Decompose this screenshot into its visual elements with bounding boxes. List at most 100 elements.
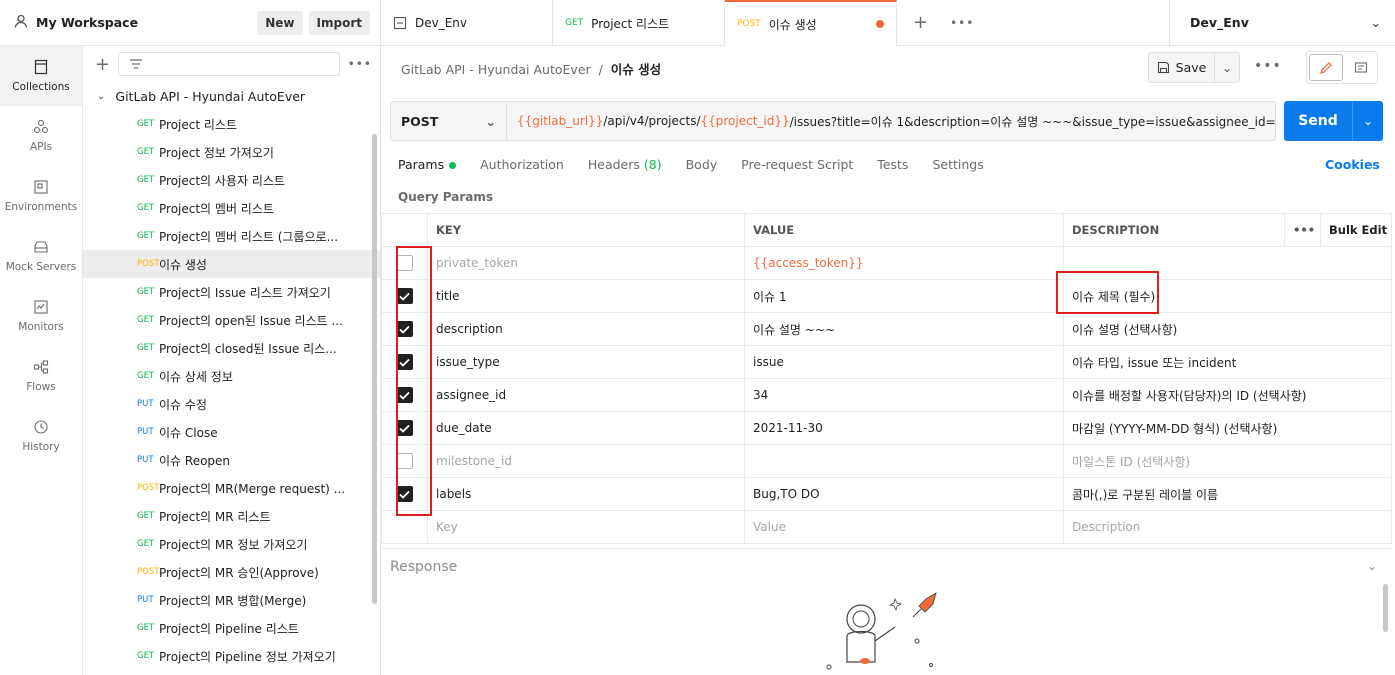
request-item[interactable]: GET Project 리스트 bbox=[83, 110, 380, 138]
breadcrumb-current[interactable]: 이슈 생성 bbox=[611, 62, 661, 77]
chevron-down-icon[interactable]: ⌄ bbox=[97, 91, 105, 102]
param-value[interactable]: 이슈 1 bbox=[744, 279, 1064, 313]
request-item[interactable]: GET Project의 open된 Issue 리스트 ... bbox=[83, 306, 380, 334]
request-item[interactable]: GET Project의 Pipeline 리스트 bbox=[83, 614, 380, 642]
param-value[interactable]: 34 bbox=[744, 378, 1064, 412]
request-name: Project의 사용자 리스트 bbox=[159, 173, 285, 188]
save-button[interactable]: Save ⌄ bbox=[1148, 52, 1240, 83]
tab-request[interactable]: GET Project 리스트 bbox=[553, 0, 725, 46]
rail-label: Environments bbox=[4, 201, 78, 213]
request-item[interactable]: PUT 이슈 Close bbox=[83, 418, 380, 446]
add-collection-icon[interactable]: + bbox=[95, 54, 110, 75]
request-item[interactable]: GET Project의 MR 리스트 bbox=[83, 502, 380, 530]
workspace-name[interactable]: My Workspace bbox=[36, 15, 251, 30]
import-button[interactable]: Import bbox=[308, 10, 370, 35]
send-button[interactable]: Send ⌄ bbox=[1284, 101, 1383, 141]
tab-headers[interactable]: Headers (8) bbox=[588, 157, 662, 172]
param-value[interactable]: 2021-11-30 bbox=[744, 411, 1064, 445]
pencil-icon bbox=[1320, 61, 1332, 74]
new-tab-icon[interactable]: + bbox=[913, 12, 928, 33]
request-item[interactable]: GET Project의 closed된 Issue 리스... bbox=[83, 334, 380, 362]
tab-params[interactable]: Params bbox=[398, 157, 457, 172]
new-button[interactable]: New bbox=[257, 10, 303, 35]
param-description[interactable]: 콤마(,)로 구분된 레이블 이름 bbox=[1063, 477, 1392, 511]
param-key[interactable]: due_date bbox=[427, 411, 745, 445]
environment-select[interactable]: Dev_Env ⌄ bbox=[1169, 0, 1395, 45]
cookies-link[interactable]: Cookies bbox=[1325, 157, 1380, 172]
chevron-down-icon[interactable]: ⌄ bbox=[1353, 101, 1383, 141]
param-description[interactable]: 이슈 타입, issue 또는 incident bbox=[1063, 345, 1392, 379]
request-item[interactable]: GET 이슈 상세 정보 bbox=[83, 362, 380, 390]
request-item[interactable]: POST 이슈 생성 bbox=[83, 250, 380, 278]
rail-item-mock-servers[interactable]: Mock Servers bbox=[0, 226, 82, 286]
edit-mode-button[interactable] bbox=[1309, 54, 1343, 81]
bulk-edit-button[interactable]: Bulk Edit bbox=[1320, 213, 1392, 247]
new-description-input[interactable]: Description bbox=[1063, 510, 1392, 544]
breadcrumb-parent[interactable]: GitLab API - Hyundai AutoEver bbox=[401, 62, 591, 77]
tab-pre-request-script[interactable]: Pre-request Script bbox=[741, 157, 853, 172]
request-item[interactable]: GET Project의 멤버 리스트 (그룹으로... bbox=[83, 222, 380, 250]
response-scrollbar[interactable] bbox=[1383, 584, 1388, 632]
tab-request-active[interactable]: POST 이슈 생성 bbox=[725, 0, 897, 46]
rail-item-monitors[interactable]: Monitors bbox=[0, 286, 82, 346]
rail-item-environments[interactable]: Environments bbox=[0, 166, 82, 226]
rail-item-history[interactable]: History bbox=[0, 406, 82, 466]
tab-settings[interactable]: Settings bbox=[932, 157, 983, 172]
rail-item-collections[interactable]: Collections bbox=[0, 46, 82, 106]
mode-toggle[interactable] bbox=[1306, 51, 1378, 84]
new-key-input[interactable]: Key bbox=[427, 510, 745, 544]
param-description[interactable]: 마일스톤 ID (선택사항) bbox=[1063, 444, 1392, 478]
request-item[interactable]: GET Project의 Pipeline 정보 가져오기 bbox=[83, 642, 380, 670]
request-item[interactable]: PUT 이슈 Reopen bbox=[83, 446, 380, 474]
rail-item-flows[interactable]: Flows bbox=[0, 346, 82, 406]
method-select[interactable]: POST ⌄ bbox=[391, 102, 507, 140]
request-more-icon[interactable]: ••• bbox=[1254, 58, 1282, 74]
param-key[interactable]: labels bbox=[427, 477, 745, 511]
request-item[interactable]: GET Project의 사용자 리스트 bbox=[83, 166, 380, 194]
param-key[interactable]: assignee_id bbox=[427, 378, 745, 412]
param-value[interactable]: {{access_token}} bbox=[744, 246, 1064, 280]
header-value: VALUE bbox=[744, 213, 1064, 247]
request-item[interactable]: GET Project의 MR 정보 가져오기 bbox=[83, 530, 380, 558]
chevron-down-icon[interactable]: ⌄ bbox=[1215, 61, 1239, 75]
request-item[interactable]: GET Project 정보 가져오기 bbox=[83, 138, 380, 166]
collection-name: GitLab API - Hyundai AutoEver bbox=[115, 88, 306, 104]
rail-item-apis[interactable]: APIs bbox=[0, 106, 82, 166]
param-description[interactable]: 이슈 설명 (선택사항) bbox=[1063, 312, 1392, 346]
tab-authorization[interactable]: Authorization bbox=[480, 157, 564, 172]
param-value[interactable]: Bug,TO DO bbox=[744, 477, 1064, 511]
new-value-input[interactable]: Value bbox=[744, 510, 1064, 544]
tab-body[interactable]: Body bbox=[686, 157, 718, 172]
param-description[interactable]: 이슈를 배정할 사용자(담당자)의 ID (선택사항) bbox=[1063, 378, 1392, 412]
tab-tests[interactable]: Tests bbox=[877, 157, 908, 172]
param-value[interactable]: 이슈 설명 ~~~ bbox=[744, 312, 1064, 346]
param-value[interactable] bbox=[744, 444, 1064, 478]
param-description[interactable]: 마감일 (YYYY-MM-DD 형식) (선택사항) bbox=[1063, 411, 1392, 445]
docs-mode-button[interactable] bbox=[1345, 52, 1377, 83]
param-key[interactable]: issue_type bbox=[427, 345, 745, 379]
request-item[interactable]: PUT 이슈 수정 bbox=[83, 390, 380, 418]
send-label[interactable]: Send bbox=[1284, 101, 1353, 141]
request-item[interactable]: POST Project의 MR 승인(Approve) bbox=[83, 558, 380, 586]
param-value[interactable]: issue bbox=[744, 345, 1064, 379]
param-key[interactable]: milestone_id bbox=[427, 444, 745, 478]
collections-scrollbar[interactable] bbox=[372, 134, 377, 604]
tab-options-icon[interactable]: ••• bbox=[950, 16, 974, 30]
request-item[interactable]: GET Project의 Issue 리스트 가져오기 bbox=[83, 278, 380, 306]
collections-panel: + ••• ⌄ GitLab API - Hyundai AutoEver GE… bbox=[83, 46, 381, 675]
url-text: /api/v4/projects/ bbox=[603, 114, 701, 128]
header-more-icon[interactable]: ••• bbox=[1284, 213, 1321, 247]
request-item[interactable]: PUT Project의 MR 병합(Merge) bbox=[83, 586, 380, 614]
request-method: GET bbox=[137, 175, 155, 185]
collection-root[interactable]: ⌄ GitLab API - Hyundai AutoEver bbox=[83, 82, 380, 110]
param-key[interactable]: private_token bbox=[427, 246, 745, 280]
filter-input[interactable] bbox=[118, 52, 340, 76]
request-item[interactable]: POST Project의 MR(Merge request) ... bbox=[83, 474, 380, 502]
param-key[interactable]: description bbox=[427, 312, 745, 346]
request-item[interactable]: GET Project의 멤버 리스트 bbox=[83, 194, 380, 222]
tab-environment[interactable]: Dev_Env bbox=[381, 0, 553, 46]
url-input[interactable]: {{gitlab_url}}/api/v4/projects/{{project… bbox=[507, 102, 1275, 140]
more-options-icon[interactable]: ••• bbox=[348, 57, 372, 71]
chevron-down-icon[interactable]: ⌄ bbox=[1367, 559, 1377, 573]
param-key[interactable]: title bbox=[427, 279, 745, 313]
